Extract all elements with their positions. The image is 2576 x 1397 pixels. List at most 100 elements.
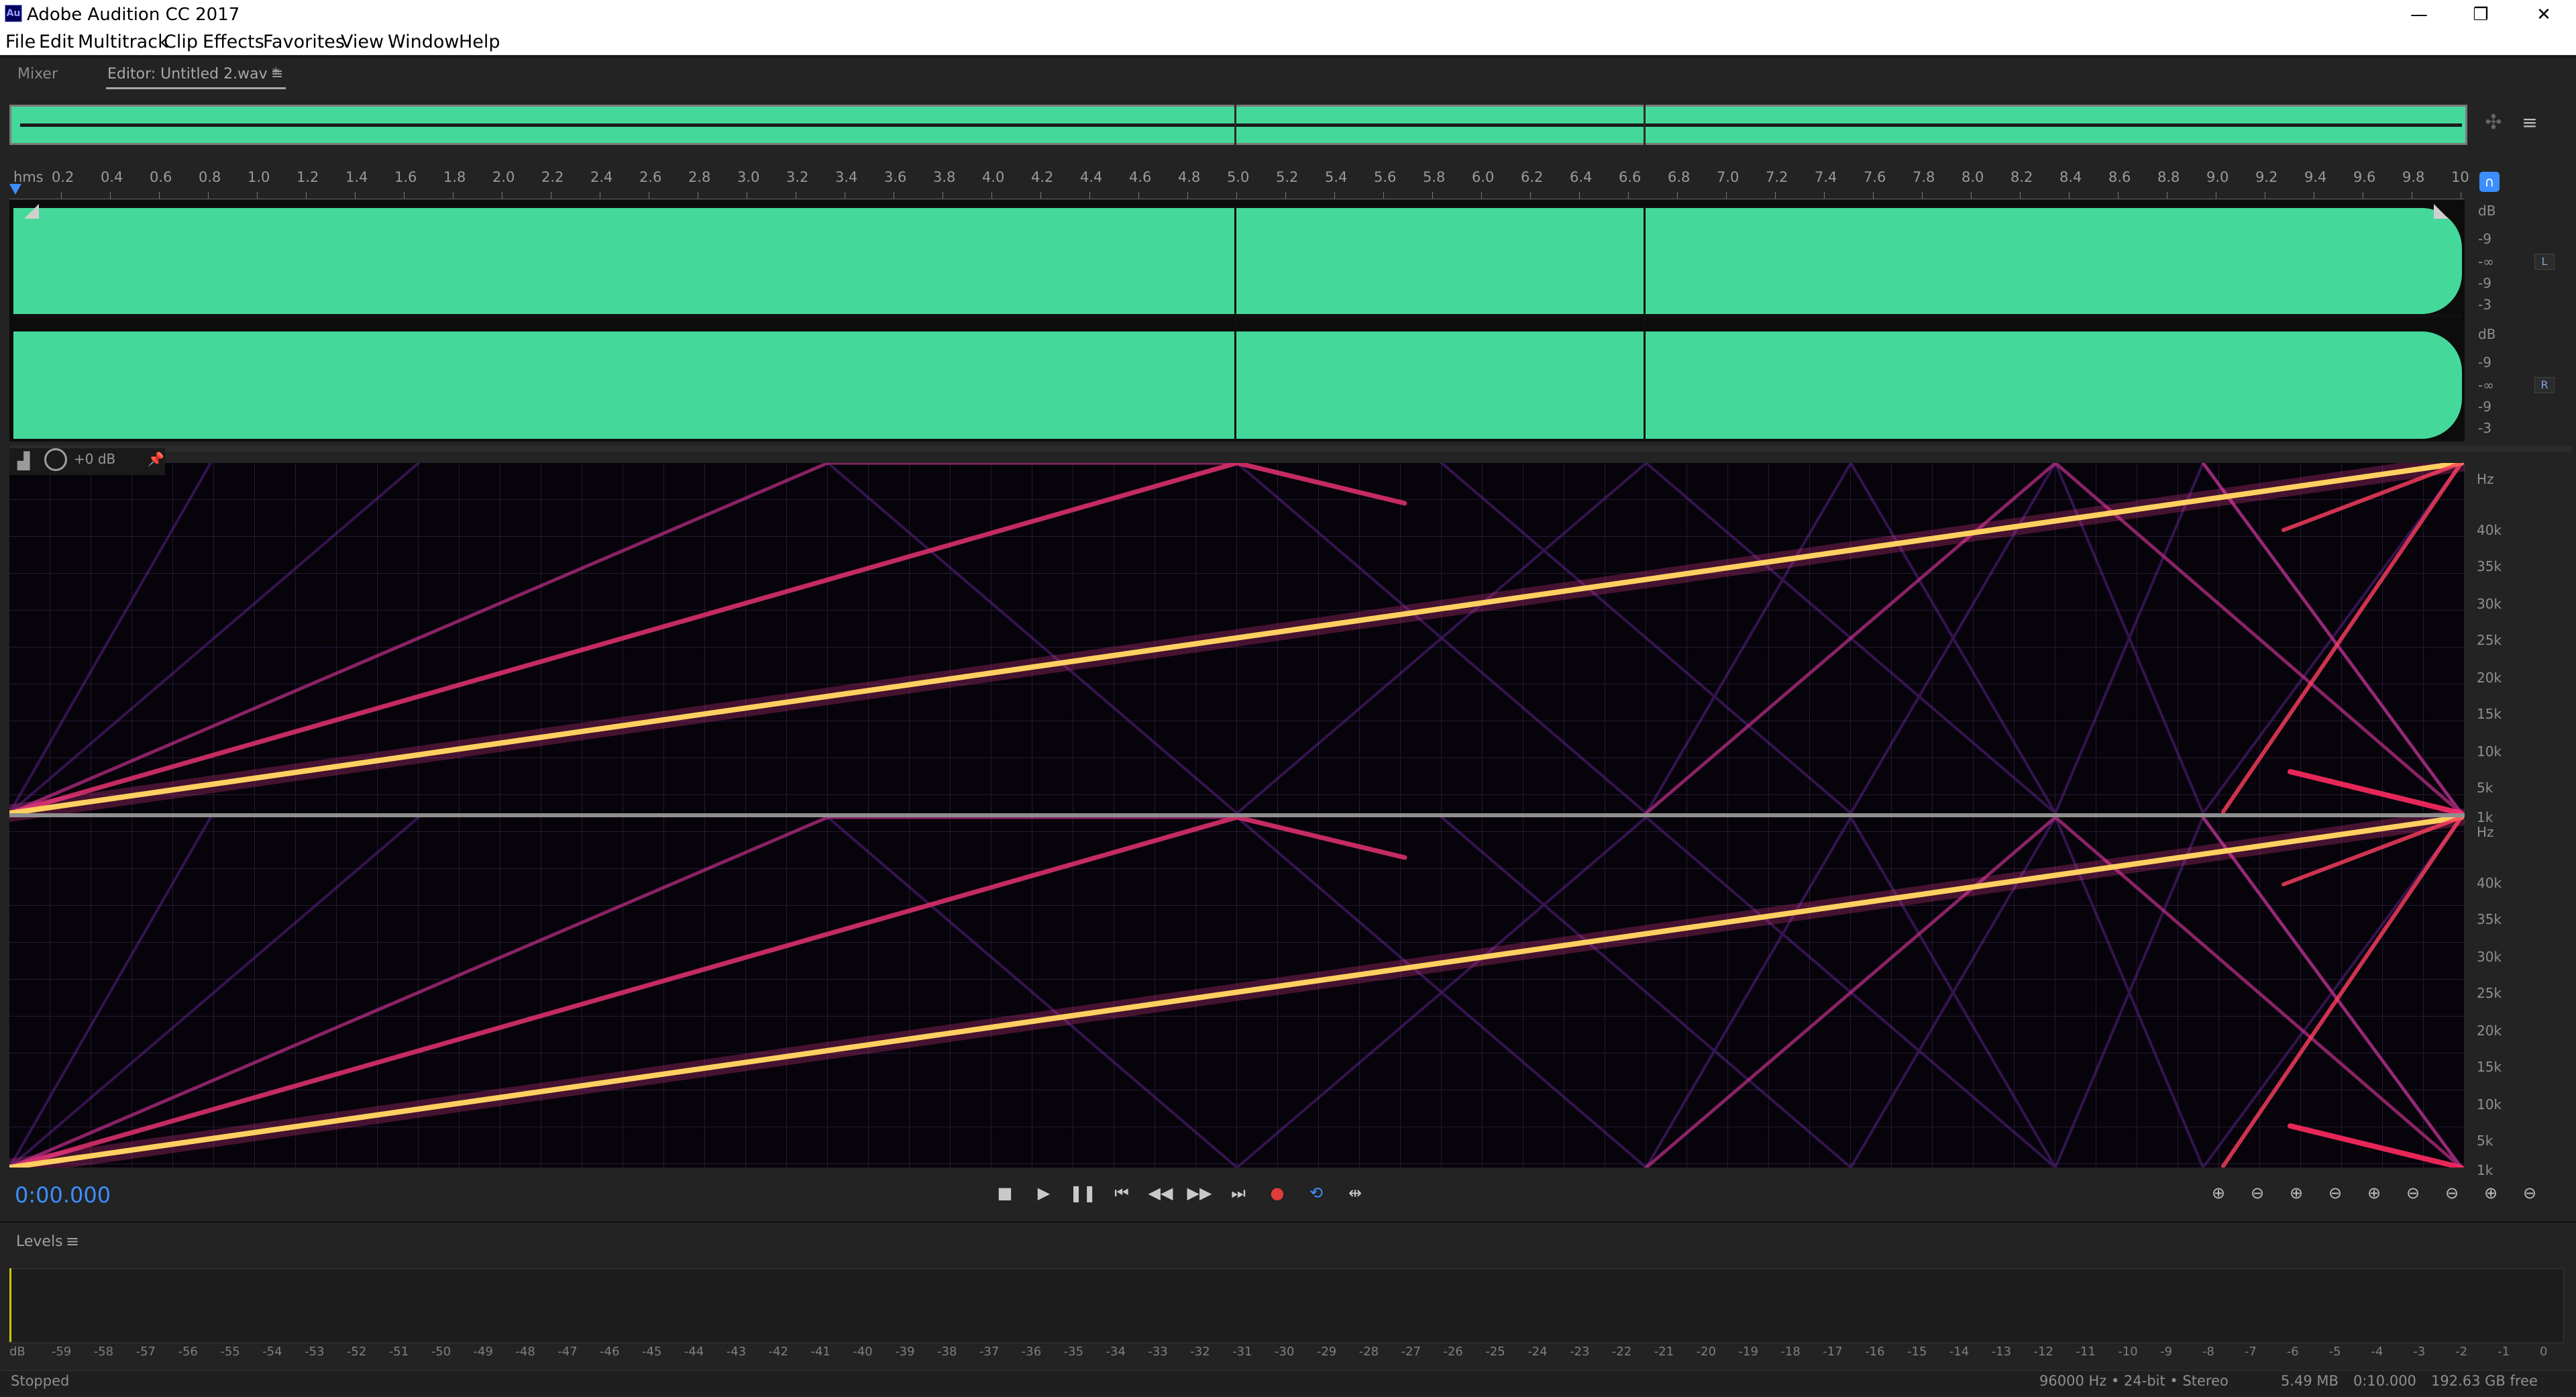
ruler-tick-label: 2.4 — [590, 169, 613, 185]
loop-button[interactable]: ⟲ — [1303, 1181, 1330, 1205]
ruler-tick — [159, 192, 160, 199]
db-label: -9 — [2478, 275, 2491, 291]
skip-selection-button[interactable]: ⇹ — [1342, 1181, 1368, 1205]
frequency-label: 10k — [2477, 1096, 2502, 1113]
restore-button[interactable]: ❐ — [2450, 0, 2512, 30]
meter-scale-label: -26 — [1443, 1345, 1463, 1359]
meter-scale-label: -17 — [1823, 1345, 1843, 1359]
right-channel-toggle[interactable]: R — [2534, 377, 2555, 393]
zoom-to-selection-button[interactable]: ⊕ — [2359, 1181, 2390, 1205]
zoom-out-time-button[interactable]: ⊖ — [2320, 1181, 2351, 1205]
ruler-tick — [1971, 192, 1972, 199]
panel-menu-icon[interactable]: ≡ — [271, 66, 283, 83]
left-channel-toggle[interactable]: L — [2534, 254, 2555, 270]
rewind-button[interactable]: ◀◀ — [1147, 1181, 1174, 1205]
ruler-tick-label: 4.6 — [1129, 169, 1152, 185]
ruler-tick — [1285, 192, 1286, 199]
meter-scale-label: -21 — [1654, 1345, 1674, 1359]
menu-file[interactable]: File — [5, 30, 36, 55]
meter-scale-label: -27 — [1401, 1345, 1421, 1359]
meter-scale-label: -31 — [1232, 1345, 1252, 1359]
ruler-tick-label: 5.6 — [1374, 169, 1397, 185]
panel-splitter[interactable] — [9, 446, 2572, 452]
go-to-start-button[interactable]: ⏮ — [1108, 1181, 1135, 1205]
zoom-reset-button[interactable]: ⊖ — [2514, 1181, 2545, 1205]
title-bar — [0, 0, 2576, 30]
meter-scale-label: -39 — [895, 1345, 915, 1359]
spectral-frequency-display[interactable] — [9, 463, 2465, 1168]
stop-button[interactable]: ■ — [991, 1181, 1018, 1205]
gain-knob[interactable] — [44, 448, 67, 471]
zoom-in-time-button[interactable]: ⊕ — [2281, 1181, 2312, 1205]
zoom-in-right-button[interactable]: ⊕ — [2475, 1181, 2506, 1205]
meter-scale-label: -36 — [1021, 1345, 1042, 1359]
ruler-tick-label: 3.8 — [933, 169, 956, 185]
ruler-tick — [404, 192, 405, 199]
tab-editor[interactable]: Editor: Untitled 2.wav * — [107, 66, 280, 83]
ruler-tick — [1432, 192, 1433, 199]
waveform-right-channel[interactable] — [13, 331, 2462, 439]
panel-header — [0, 56, 2576, 98]
menu-clip[interactable]: Clip — [164, 30, 198, 55]
ruler-tick-label: 8.0 — [1962, 169, 1984, 185]
zoom-out-amplitude-button[interactable]: ⊖ — [2242, 1181, 2273, 1205]
waveform-left-channel[interactable] — [13, 208, 2462, 314]
meter-scale-label: -2 — [2455, 1345, 2468, 1359]
overview-menu-icon[interactable]: ≡ — [2520, 113, 2540, 133]
play-button[interactable]: ▶ — [1030, 1181, 1057, 1205]
ruler-tick — [1873, 192, 1874, 199]
tab-mixer[interactable]: Mixer — [17, 66, 58, 83]
levels-menu-icon[interactable]: ≡ — [66, 1232, 79, 1251]
pin-icon[interactable]: 📌 — [148, 451, 164, 467]
close-button[interactable]: ✕ — [2513, 0, 2575, 30]
minimize-button[interactable]: — — [2388, 0, 2450, 30]
ruler-tick — [1236, 192, 1237, 199]
ruler-tick-label: 9.8 — [2402, 169, 2425, 185]
meter-scale-label: -52 — [346, 1345, 367, 1359]
meter-scale-label: -42 — [768, 1345, 788, 1359]
waveform-marker — [1644, 205, 1646, 440]
ruler-tick-label: 4.2 — [1031, 169, 1054, 185]
zoom-out-full-button[interactable]: ⊖ — [2398, 1181, 2428, 1205]
meter-scale-label: -1 — [2498, 1345, 2510, 1359]
ruler-tick-label: 3.2 — [786, 169, 809, 185]
menu-edit[interactable]: Edit — [39, 30, 74, 55]
menu-view[interactable]: View — [341, 30, 384, 55]
meter-scale-label: -50 — [431, 1345, 451, 1359]
meter-scale-label: -33 — [1148, 1345, 1168, 1359]
menu-multitrack[interactable]: Multitrack — [78, 30, 168, 55]
frequency-label: 25k — [2477, 985, 2502, 1001]
zoom-icon[interactable]: ✣ — [2482, 111, 2505, 134]
ruler-tick-label: 1.2 — [297, 169, 319, 185]
pause-button[interactable]: ❚❚ — [1069, 1181, 1096, 1205]
frequency-label: 20k — [2477, 1023, 2502, 1039]
ruler-tick — [1579, 192, 1580, 199]
meter-scale-label: -43 — [726, 1345, 747, 1359]
ruler-tick-label: 8.6 — [2108, 169, 2131, 185]
record-button[interactable]: ● — [1264, 1181, 1291, 1205]
ruler-tick — [306, 192, 307, 199]
ruler-tick — [1383, 192, 1384, 199]
frequency-label: 5k — [2477, 1133, 2493, 1149]
menu-effects[interactable]: Effects — [203, 30, 264, 55]
snap-icon[interactable]: ∩ — [2479, 172, 2500, 192]
ruler-tick — [1530, 192, 1531, 199]
app-icon: Au — [5, 5, 22, 22]
ruler-unit: hms — [13, 169, 44, 185]
menu-help[interactable]: Help — [459, 30, 500, 55]
meter-scale-label: -57 — [136, 1345, 156, 1359]
meter-scale-label: -16 — [1865, 1345, 1885, 1359]
go-to-end-button[interactable]: ⏭ — [1225, 1181, 1252, 1205]
meter-scale-label: 0 — [2540, 1345, 2548, 1359]
menu-window[interactable]: Window — [388, 30, 459, 55]
meter-scale-label: -56 — [178, 1345, 198, 1359]
zoom-in-amplitude-button[interactable]: ⊕ — [2203, 1181, 2234, 1205]
fast-forward-button[interactable]: ▶▶ — [1186, 1181, 1213, 1205]
zoom-in-left-button[interactable]: ⊖ — [2436, 1181, 2467, 1205]
ruler-tick — [1334, 192, 1335, 199]
ruler-tick — [355, 192, 356, 199]
timecode-display[interactable]: 0:00.000 — [15, 1182, 111, 1208]
ruler-tick — [1726, 192, 1727, 199]
spectrogram-graphic — [9, 463, 2465, 1168]
menu-favorites[interactable]: Favorites — [263, 30, 345, 55]
